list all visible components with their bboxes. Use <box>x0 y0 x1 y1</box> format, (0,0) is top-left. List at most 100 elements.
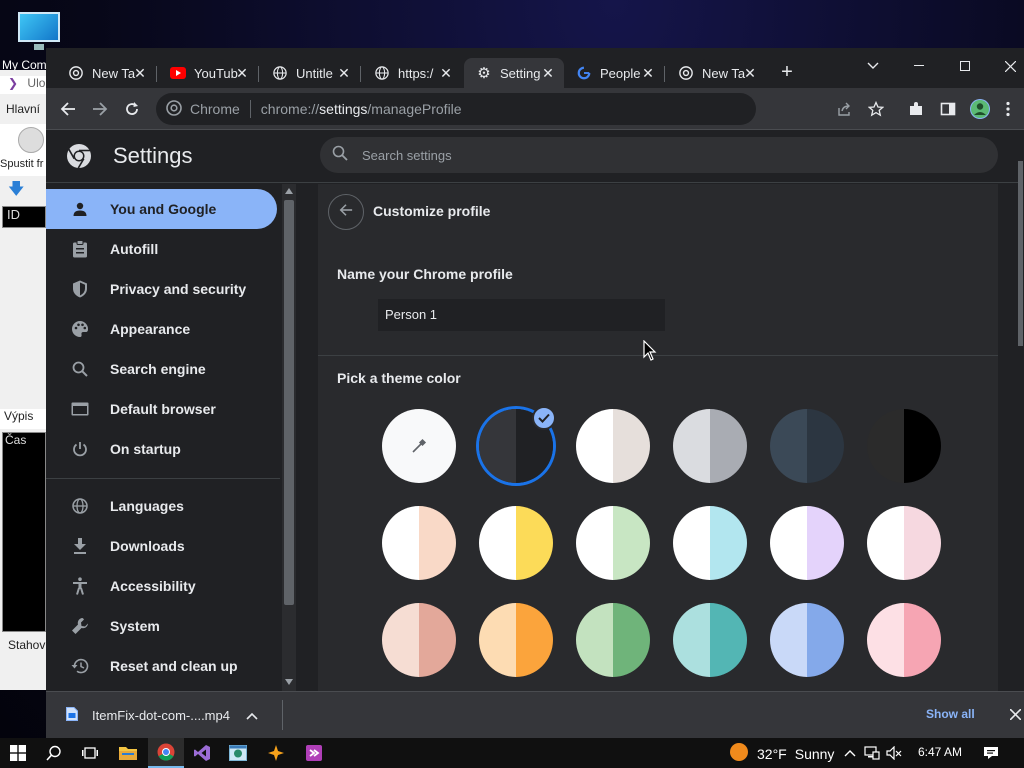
theme-color-swatch[interactable] <box>576 506 650 580</box>
app-icon: ❯ <box>8 76 19 90</box>
sidebar-scroll-thumb[interactable] <box>284 200 294 605</box>
close-tab-icon[interactable]: ✕ <box>742 65 758 81</box>
weather-widget[interactable]: 32°F Sunny <box>729 742 834 765</box>
address-bar[interactable]: Chrome chrome://settings/manageProfile <box>156 93 756 125</box>
sidebar-item-default-browser[interactable]: Default browser <box>46 389 277 429</box>
bg-app-tab[interactable]: ❯ Ulo <box>0 76 48 94</box>
eyedropper-icon <box>410 437 428 455</box>
sidebar-item-on-startup[interactable]: On startup <box>46 429 277 469</box>
tab-untitled[interactable]: Untitle ✕ <box>260 58 360 88</box>
close-tab-icon[interactable]: ✕ <box>234 65 250 81</box>
theme-color-swatch[interactable] <box>576 603 650 677</box>
sidebar-item-search-engine[interactable]: Search engine <box>46 349 277 389</box>
sidebar-item-privacy-and-security[interactable]: Privacy and security <box>46 269 277 309</box>
custom-color-picker-swatch[interactable] <box>382 409 456 483</box>
chevron-up-icon[interactable] <box>842 745 858 761</box>
theme-color-swatch[interactable] <box>673 409 747 483</box>
sidebar-item-autofill[interactable]: Autofill <box>46 229 277 269</box>
purple-app-icon[interactable] <box>296 738 332 768</box>
theme-color-swatch[interactable] <box>479 603 553 677</box>
download-item[interactable]: ItemFix-dot-com-....mp4 <box>66 702 258 728</box>
close-tab-icon[interactable]: ✕ <box>132 65 148 81</box>
theme-color-swatch[interactable] <box>867 506 941 580</box>
speaker-muted-icon[interactable] <box>886 745 902 761</box>
windows-start-icon[interactable] <box>0 738 36 768</box>
sidebar-item-reset-and-clean-up[interactable]: Reset and clean up <box>46 646 277 686</box>
close-tab-icon[interactable]: ✕ <box>640 65 656 81</box>
bg-app-spustit[interactable]: Spustit fr <box>0 158 43 170</box>
bg-app-menu-hlavni[interactable]: Hlavní <box>0 102 48 116</box>
sidebar-item-downloads[interactable]: Downloads <box>46 526 277 566</box>
tab-new-tab-2[interactable]: New Ta ✕ <box>666 58 766 88</box>
forward-arrow-icon[interactable] <box>86 95 114 123</box>
theme-color-swatch[interactable] <box>673 506 747 580</box>
bg-app-stahov[interactable]: Stahov <box>0 638 48 660</box>
network-icon[interactable] <box>864 745 880 761</box>
theme-color-swatch[interactable] <box>576 409 650 483</box>
settings-sidebar: You and Google Autofill Privacy and secu… <box>46 184 280 691</box>
sidebar-item-system[interactable]: System <box>46 606 277 646</box>
bg-app-download-tab[interactable]: 🡇 <box>0 178 48 204</box>
app-window-icon[interactable] <box>220 738 256 768</box>
sidebar-item-languages[interactable]: Languages <box>46 486 277 526</box>
tab-search-icon[interactable] <box>855 52 891 80</box>
theme-color-swatch[interactable] <box>770 506 844 580</box>
reload-icon[interactable] <box>118 95 146 123</box>
theme-color-swatch[interactable] <box>382 603 456 677</box>
tab-https[interactable]: https:/ ✕ <box>362 58 462 88</box>
bg-app-id-field[interactable]: ID <box>2 206 46 228</box>
extensions-puzzle-icon[interactable] <box>902 95 930 123</box>
close-window-button[interactable] <box>992 52 1024 80</box>
file-explorer-icon[interactable] <box>110 738 146 768</box>
side-panel-icon[interactable] <box>934 95 962 123</box>
visual-studio-icon[interactable] <box>184 738 220 768</box>
play-icon[interactable] <box>18 127 44 153</box>
sidebar-item-appearance[interactable]: Appearance <box>46 309 277 349</box>
profile-avatar-icon[interactable] <box>966 95 994 123</box>
notifications-icon[interactable] <box>983 745 999 761</box>
page-scroll-thumb[interactable] <box>1018 161 1023 346</box>
chevron-up-icon[interactable] <box>246 708 258 723</box>
task-view-icon[interactable] <box>72 738 108 768</box>
sidebar-scrollbar[interactable] <box>282 184 296 691</box>
computer-icon[interactable] <box>16 10 62 50</box>
taskbar-clock[interactable]: 6:47 AM <box>918 745 962 759</box>
theme-color-swatch[interactable] <box>867 409 941 483</box>
chrome-logo-icon <box>66 143 92 169</box>
tab-settings[interactable]: ⚙ Setting ✕ <box>464 58 564 88</box>
page-scrollbar[interactable] <box>1018 131 1024 638</box>
bookmark-star-icon[interactable] <box>862 95 890 123</box>
bg-app-vypis-tab[interactable]: Výpis <box>0 409 48 429</box>
close-tab-icon[interactable]: ✕ <box>540 65 556 81</box>
tab-people[interactable]: People ✕ <box>564 58 664 88</box>
back-arrow-icon[interactable] <box>54 95 82 123</box>
theme-color-swatch[interactable] <box>479 506 553 580</box>
theme-color-swatch[interactable] <box>770 603 844 677</box>
maximize-button[interactable] <box>947 52 983 80</box>
tab-new-tab-1[interactable]: New Ta ✕ <box>56 58 156 88</box>
shield-icon <box>70 279 90 299</box>
theme-color-swatch[interactable] <box>673 603 747 677</box>
chrome-taskbar-icon[interactable] <box>148 738 184 768</box>
scroll-down-arrow-icon[interactable] <box>285 679 293 685</box>
sidebar-item-you-and-google[interactable]: You and Google <box>46 189 277 229</box>
sparkle-app-icon[interactable] <box>258 738 294 768</box>
close-icon[interactable] <box>1006 704 1024 724</box>
share-icon[interactable] <box>830 95 858 123</box>
sidebar-item-accessibility[interactable]: Accessibility <box>46 566 277 606</box>
show-all-button[interactable]: Show all <box>926 707 975 721</box>
search-input[interactable] <box>362 147 922 163</box>
kebab-menu-icon[interactable] <box>998 95 1018 123</box>
new-tab-button[interactable]: + <box>772 58 802 86</box>
tab-youtube[interactable]: YouTub ✕ <box>158 58 258 88</box>
minimize-button[interactable] <box>901 52 937 80</box>
theme-color-swatch[interactable] <box>770 409 844 483</box>
search-icon[interactable] <box>36 738 72 768</box>
theme-color-swatch[interactable] <box>867 603 941 677</box>
search-box[interactable] <box>320 137 998 173</box>
scroll-up-arrow-icon[interactable] <box>285 188 293 194</box>
theme-color-swatch[interactable] <box>382 506 456 580</box>
close-tab-icon[interactable]: ✕ <box>438 65 454 81</box>
close-tab-icon[interactable]: ✕ <box>336 65 352 81</box>
wrench-icon <box>70 616 90 636</box>
